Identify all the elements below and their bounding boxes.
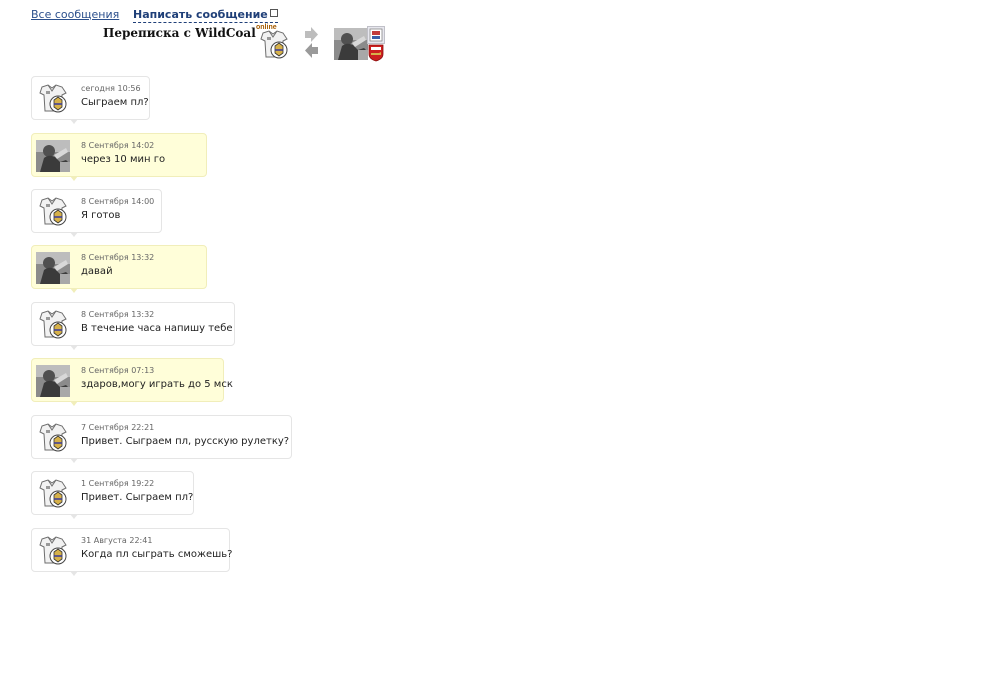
partner-badge-icon [367,26,385,44]
all-messages-link[interactable]: Все сообщения [31,8,119,21]
my-avatar[interactable] [36,196,70,228]
message-text: Я готов [81,210,121,221]
message-text: Привет. Сыграем пл, русскую рулетку? [81,436,290,447]
arrow-left-icon[interactable] [304,43,319,58]
message-item: 8 Сентября 07:13 здаров,могу играть до 5 … [31,358,233,406]
my-avatar[interactable] [36,478,70,510]
partner-avatar[interactable] [36,365,70,397]
my-avatar[interactable] [257,28,291,62]
my-avatar[interactable] [36,83,70,115]
popup-icon [269,9,278,17]
message-item: 31 Августа 22:41 Когда пл сыграть сможешь… [31,528,233,576]
message-item: 8 Сентября 14:00 Я готов [31,189,162,237]
message-text: здаров,могу играть до 5 мск [81,379,233,390]
message-item: сегодня 10:56 Сыграем пл? [31,76,150,124]
message-text: Когда пл сыграть сможешь? [81,549,233,560]
message-text: давай [81,266,113,277]
message-time: 8 Сентября 14:00 [81,197,155,206]
message-time: 8 Сентября 13:32 [81,253,155,262]
arsenal-crest-icon [368,44,384,62]
message-item: 8 Сентября 14:02 через 10 мин го [31,133,207,181]
write-message-link[interactable]: Написать сообщение [133,8,278,23]
message-text: В течение часа напишу тебе [81,323,233,334]
conversation-title: Переписка с WildCoal [103,26,256,40]
message-text: Сыграем пл? [81,97,149,108]
message-item: 8 Сентября 13:32 В течение часа напишу те… [31,302,235,350]
message-time: 7 Сентября 22:21 [81,423,155,432]
message-item: 1 Сентября 19:22 Привет. Сыграем пл? [31,471,194,519]
partner-avatar[interactable] [36,252,70,284]
message-text: Привет. Сыграем пл? [81,492,194,503]
message-time: 1 Сентября 19:22 [81,479,155,488]
message-time: 8 Сентября 13:32 [81,310,155,319]
my-avatar[interactable] [36,422,70,454]
my-avatar[interactable] [36,309,70,341]
message-time: 8 Сентября 07:13 [81,366,155,375]
partner-avatar[interactable] [36,140,70,172]
message-time: сегодня 10:56 [81,84,141,93]
message-time: 8 Сентября 14:02 [81,141,155,150]
arrow-right-icon[interactable] [304,27,319,42]
message-time: 31 Августа 22:41 [81,536,153,545]
message-text: через 10 мин го [81,154,166,165]
message-item: 8 Сентября 13:32 давай [31,245,207,293]
write-message-label: Написать сообщение [133,8,268,21]
partner-avatar[interactable] [334,27,368,61]
message-item: 7 Сентября 22:21 Привет. Сыграем пл, русс… [31,415,292,463]
my-avatar[interactable] [36,535,70,567]
